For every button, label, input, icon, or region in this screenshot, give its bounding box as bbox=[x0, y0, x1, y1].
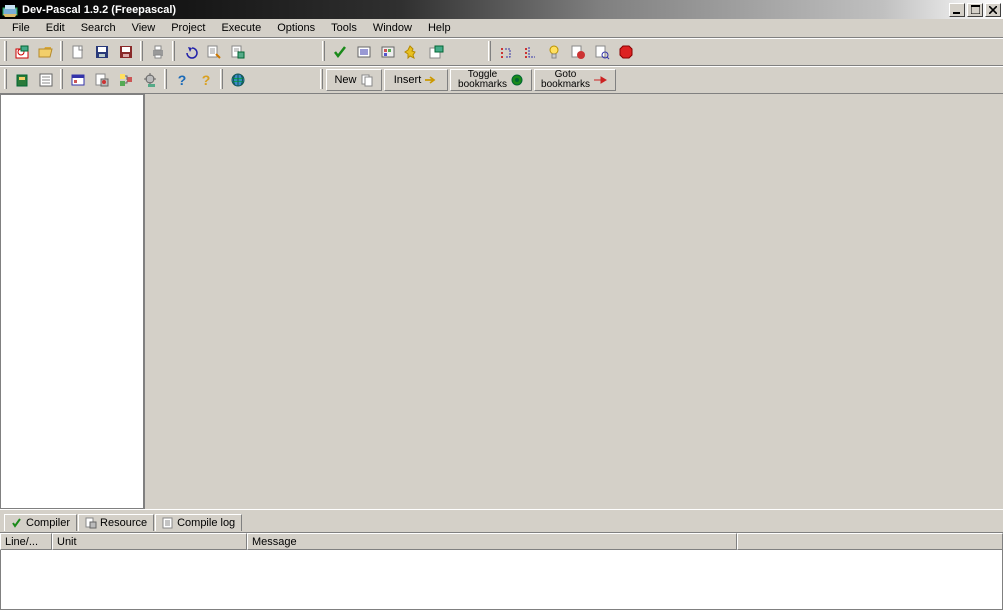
titlebar: Dev-Pascal 1.9.2 (Freepascal) bbox=[0, 0, 1003, 19]
run-button[interactable] bbox=[400, 41, 423, 63]
stop-button[interactable] bbox=[614, 41, 637, 63]
new-menu-button[interactable]: New bbox=[326, 69, 382, 91]
menu-help[interactable]: Help bbox=[420, 20, 459, 36]
grid-header: Line/... Unit Message bbox=[0, 533, 1003, 550]
structure-button[interactable] bbox=[114, 69, 137, 91]
button-label: Toggle bookmarks bbox=[458, 70, 507, 90]
check-button[interactable] bbox=[328, 41, 351, 63]
save-button[interactable] bbox=[90, 41, 113, 63]
menu-project[interactable]: Project bbox=[163, 20, 213, 36]
step-into-button[interactable] bbox=[518, 41, 541, 63]
menu-tools[interactable]: Tools bbox=[323, 20, 365, 36]
resource-button[interactable] bbox=[90, 69, 113, 91]
step-over-button[interactable] bbox=[494, 41, 517, 63]
goto-bookmarks-button[interactable]: Goto bookmarks bbox=[534, 69, 616, 91]
grip[interactable] bbox=[140, 41, 143, 61]
grip[interactable] bbox=[60, 41, 63, 61]
help-button[interactable]: ? bbox=[170, 69, 193, 91]
tab-label: Compile log bbox=[177, 517, 235, 529]
column-line[interactable]: Line/... bbox=[0, 533, 52, 550]
build-button[interactable] bbox=[376, 41, 399, 63]
button-label: New bbox=[334, 75, 356, 86]
help-context-button[interactable]: ? bbox=[194, 69, 217, 91]
compile-button[interactable] bbox=[352, 41, 375, 63]
app-icon bbox=[2, 2, 18, 18]
print-button[interactable] bbox=[146, 41, 169, 63]
main-area bbox=[0, 94, 1003, 509]
messages-grid: Line/... Unit Message bbox=[0, 532, 1003, 610]
log-icon bbox=[162, 517, 174, 529]
button-label: Goto bookmarks bbox=[541, 70, 590, 90]
replace-button[interactable] bbox=[226, 41, 249, 63]
open-button[interactable] bbox=[34, 41, 57, 63]
menu-search[interactable]: Search bbox=[73, 20, 124, 36]
insert-menu-button[interactable]: Insert bbox=[384, 69, 448, 91]
bottom-tab-bar: Compiler Resource Compile log bbox=[0, 509, 1003, 532]
menu-options[interactable]: Options bbox=[269, 20, 323, 36]
tab-label: Compiler bbox=[26, 517, 70, 529]
grip[interactable] bbox=[322, 41, 325, 61]
window-controls bbox=[949, 3, 1001, 17]
grip[interactable] bbox=[320, 69, 323, 89]
grip[interactable] bbox=[488, 41, 491, 61]
menu-file[interactable]: File bbox=[4, 20, 38, 36]
web-button[interactable] bbox=[226, 69, 249, 91]
form-button[interactable] bbox=[66, 69, 89, 91]
breakpoint-button[interactable] bbox=[566, 41, 589, 63]
tab-label: Resource bbox=[100, 517, 147, 529]
grip[interactable] bbox=[172, 41, 175, 61]
bookmark-green-icon bbox=[510, 73, 524, 87]
grip[interactable] bbox=[164, 69, 167, 89]
close-button[interactable] bbox=[985, 3, 1001, 17]
minimize-button[interactable] bbox=[949, 3, 965, 17]
grip[interactable] bbox=[60, 69, 63, 89]
properties-button[interactable] bbox=[34, 69, 57, 91]
svg-text:?: ? bbox=[201, 72, 210, 88]
check-icon bbox=[11, 517, 23, 529]
menubar: File Edit Search View Project Execute Op… bbox=[0, 19, 1003, 38]
menu-edit[interactable]: Edit bbox=[38, 20, 73, 36]
book-button[interactable] bbox=[10, 69, 33, 91]
menu-execute[interactable]: Execute bbox=[213, 20, 269, 36]
project-new-button[interactable] bbox=[10, 41, 33, 63]
watch-button[interactable] bbox=[590, 41, 613, 63]
toolbar-main bbox=[0, 38, 1003, 66]
project-tree[interactable] bbox=[0, 94, 145, 509]
toggle-bookmarks-button[interactable]: Toggle bookmarks bbox=[450, 69, 532, 91]
resource-icon bbox=[85, 517, 97, 529]
toolbar-secondary: ? ? New Insert Toggle bookmarks Goto boo… bbox=[0, 66, 1003, 94]
find-button[interactable] bbox=[202, 41, 225, 63]
maximize-button[interactable] bbox=[967, 3, 983, 17]
arrow-right-icon bbox=[424, 75, 438, 85]
new-file-button[interactable] bbox=[66, 41, 89, 63]
button-label: Insert bbox=[394, 75, 422, 86]
tip-button[interactable] bbox=[542, 41, 565, 63]
grip[interactable] bbox=[4, 41, 7, 61]
copy-icon bbox=[360, 73, 374, 87]
window-title: Dev-Pascal 1.9.2 (Freepascal) bbox=[22, 4, 949, 16]
save-all-button[interactable] bbox=[114, 41, 137, 63]
tab-compile-log[interactable]: Compile log bbox=[155, 514, 242, 531]
menu-window[interactable]: Window bbox=[365, 20, 420, 36]
tab-resource[interactable]: Resource bbox=[78, 514, 154, 531]
grip[interactable] bbox=[4, 69, 7, 89]
undo-button[interactable] bbox=[178, 41, 201, 63]
column-extra[interactable] bbox=[737, 533, 1003, 550]
grid-body[interactable] bbox=[0, 550, 1003, 610]
grip[interactable] bbox=[220, 69, 223, 89]
tab-compiler[interactable]: Compiler bbox=[4, 514, 77, 531]
svg-text:?: ? bbox=[177, 72, 186, 88]
settings-button[interactable] bbox=[138, 69, 161, 91]
menu-view[interactable]: View bbox=[124, 20, 164, 36]
bookmark-red-icon bbox=[593, 75, 609, 85]
column-unit[interactable]: Unit bbox=[52, 533, 247, 550]
editor-area[interactable] bbox=[145, 94, 1003, 509]
column-message[interactable]: Message bbox=[247, 533, 737, 550]
debug-button[interactable] bbox=[424, 41, 447, 63]
